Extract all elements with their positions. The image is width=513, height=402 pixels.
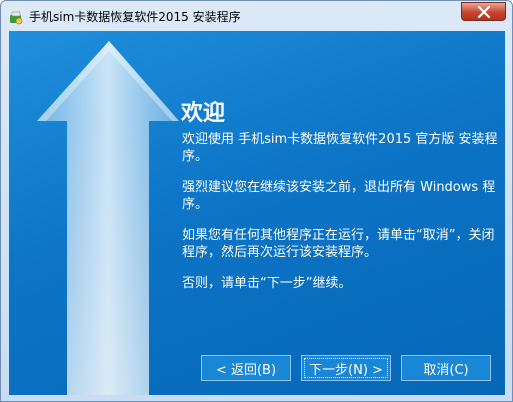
back-button[interactable]: < 返回(B) — [201, 355, 291, 381]
welcome-heading: 欢迎 — [181, 101, 226, 126]
cancel-instructions: 如果您有任何其他程序正在运行，请单击“取消”，关闭程序，然后再次运行该安装程序。 — [182, 228, 495, 260]
next-instructions: 否则，请单击“下一步”继续。 — [182, 276, 352, 291]
installer-window: 手机sim卡数据恢复软件2015 安装程序 欢迎 欢迎使用 手机sim卡数据恢复… — [0, 0, 513, 402]
window-title: 手机sim卡数据恢复软件2015 安装程序 — [29, 10, 241, 24]
next-button[interactable]: 下一步(N) > — [301, 355, 391, 381]
title-bar[interactable]: 手机sim卡数据恢复软件2015 安装程序 — [1, 1, 512, 31]
welcome-text: 欢迎使用 手机sim卡数据恢复软件2015 官方版 安装程序。 — [182, 132, 498, 164]
cancel-button[interactable]: 取消(C) — [401, 355, 491, 381]
wizard-content: 欢迎 欢迎使用 手机sim卡数据恢复软件2015 官方版 安装程序。 强烈建议您… — [9, 31, 505, 395]
close-button[interactable] — [461, 2, 506, 21]
installer-app-icon — [8, 9, 24, 25]
up-arrow-graphic — [37, 41, 179, 395]
close-icon — [477, 6, 491, 18]
close-programs-advice: 强烈建议您在继续该安装之前，退出所有 Windows 程序。 — [182, 180, 496, 212]
